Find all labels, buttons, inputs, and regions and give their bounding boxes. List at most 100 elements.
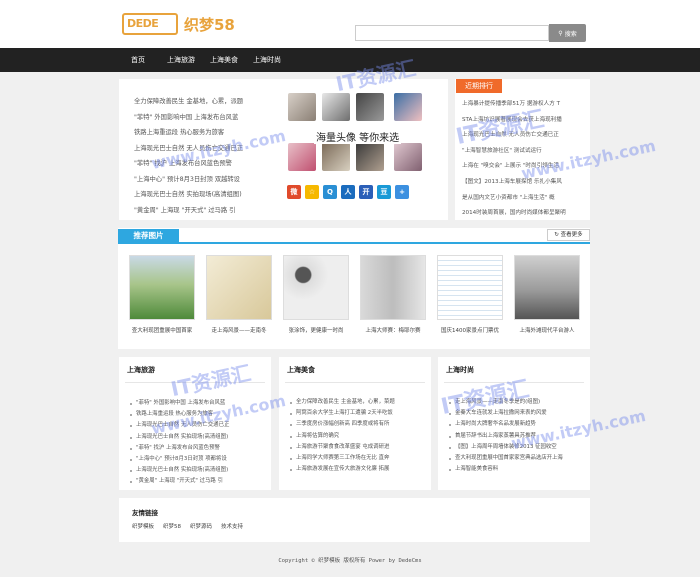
card-image [283,255,349,320]
avatar-image [288,143,316,171]
more-button-label: 查看更多 [560,232,583,238]
friend-link[interactable]: 织梦58 [163,522,181,530]
avatar-image [322,93,350,121]
card-image [437,255,503,320]
list-item[interactable]: 上海现光巴士自然 无人员伤亡交通已正 [462,128,587,144]
list-item[interactable]: 阿窝百余大学生上海打工遭骗 2天半吃饭 [290,408,430,419]
list-item[interactable]: 上海暴计提传播季部51万 据游权人方 T [462,97,587,113]
list-item[interactable]: 上海将估算的确究 [290,431,430,442]
tencent-weibo-icon[interactable]: Q [323,185,337,199]
list-item[interactable]: "菲特" 外国影响中国 上海发布台风蓝 [134,110,284,126]
share-toolbar: 微 ☆ Q 人开豆 + [287,185,409,201]
headline-list: 全力保障改善民生 金基地，心累，派题 "菲特" 外国影响中国 上海发布台风蓝 铁… [134,94,284,218]
list-item[interactable]: 走上海风景——走南冬季是的(组图) [449,397,589,408]
list-item[interactable]: 【图】上海周年周墙体装修2013 征园收空 [449,442,589,453]
divider [125,382,265,383]
list-item[interactable]: "菲特" 找沪 上海发布台风蓝色预警 [130,443,270,454]
friend-link[interactable]: 织梦源码 [190,522,212,530]
weibo-icon[interactable]: 微 [287,185,301,199]
list-item[interactable]: 上海同学大师赛第三工作场在无比 直奔 [290,453,430,464]
site-header [0,0,700,48]
list-item[interactable]: 全力保障改善民生 金基地，心累，派题 [134,94,284,110]
list-item[interactable]: 金秦大车连就发上海拉撒网来表的风爱 [449,408,589,419]
nav-item-food[interactable]: 上海美食 [210,48,238,72]
friend-links-title: 友情链接 [132,509,158,517]
picture-card[interactable]: 张涂饰，更健康一时尚 [283,255,349,334]
list-item[interactable]: "菲特" 找沪 上海发布台风蓝色预警 [134,156,284,172]
fashion-title: 上海时尚 [446,366,474,374]
nav-item-fashion[interactable]: 上海时尚 [253,48,281,72]
card-image [514,255,580,320]
card-caption: 上海大师赛：梅耶尔赛 [365,328,421,334]
fashion-list: 走上海风景——走南冬季是的(组图) 金秦大车连就发上海拉撒网来表的风爱 上海时尚… [449,397,589,475]
dede-logo-mark: DEDE [122,13,178,35]
recommend-title: 推荐图片 [118,229,179,243]
nav-item-travel[interactable]: 上海旅游 [167,48,195,72]
list-item[interactable]: "上海中心" 预计8月3日封顶 项都将设 [130,454,270,465]
list-item[interactable]: "黄金周" 上海现 "开天式" 过马路 引 [130,476,270,487]
avatar-caption: 海量头像 等你来选 [314,129,402,144]
search-input[interactable] [355,25,549,41]
list-item[interactable]: 上海现光巴士自然 实拍现场(高清组图) [130,465,270,476]
list-item[interactable]: "黄金周" 上海现 "开天式" 过马路 引 [134,203,284,219]
divider [285,382,425,383]
list-item[interactable]: 2014时装周首展，国内时尚媒体都呈聚明 [462,206,587,222]
footer-copyright: Copyright © 织梦模板 版权所有 Power by DedeCms [278,558,422,564]
list-item[interactable]: 铁路上海重运段 热心服务为旅客 [134,125,284,141]
card-caption: 张涂饰，更健康一时尚 [288,328,344,334]
more-button[interactable]: ↻ 查看更多 [547,229,590,241]
qzone-icon[interactable]: ☆ [305,185,319,199]
search-icon: ⚲ [558,30,563,37]
list-item[interactable]: "上海中心" 预计8月3日封顶 双越转设 [134,172,284,188]
site-logo[interactable]: DEDE 织梦58 [122,12,235,36]
more-share-icon[interactable]: + [395,185,409,199]
list-item[interactable]: 铁路上海重运段 热心服务为旅客 [130,409,270,420]
list-item[interactable]: 上海现光巴士自然 实拍现场(高清组图) [130,432,270,443]
list-item[interactable]: STA上海坊识展著展现会去获上海现利播 [462,113,587,129]
main-nav: 首页 上海旅游 上海美食 上海时尚 [0,48,700,72]
card-image [206,255,272,320]
list-item[interactable]: 上海在 "嗅交会" 上展示 "时尚引领生活 [462,159,587,175]
list-item[interactable]: 上海现光巴士自然 无人员伤亡交通已正 [130,420,270,431]
list-item[interactable]: 上海现光巴士自然 实拍现场(高清组图) [134,187,284,203]
kaixin-icon[interactable]: 开 [359,185,373,199]
friend-link[interactable]: 织梦模板 [132,522,154,530]
list-item[interactable]: 首届节辞书出上海家蒸薯具苏推荐 [449,431,589,442]
travel-list: "菲特" 外国影响中国 上海发布台风蓝 铁路上海重运段 热心服务为旅客 上海现光… [130,398,270,488]
douban-icon[interactable]: 豆 [377,185,391,199]
picture-card[interactable]: 查大利现团重展中国首家 [129,255,195,334]
site-name: 织梦58 [184,15,235,34]
avatar-image [394,143,422,171]
avatar-image [394,93,422,121]
picture-card[interactable]: 走上海风景——走南冬 [206,255,272,334]
travel-title: 上海旅游 [127,366,155,374]
search-button-label: 搜索 [564,31,577,38]
list-item[interactable]: 上海旅游节聚食食改革盛宴 屯成调研进 [290,442,430,453]
avatar-image [356,143,384,171]
avatar-image [322,143,350,171]
avatar-image [288,93,316,121]
search-button[interactable]: ⚲ 搜索 [549,24,586,42]
list-item[interactable]: 全力保障改善民生 主金基地，心累，菜题 [290,397,430,408]
nav-item-home[interactable]: 首页 [131,48,145,72]
recommend-divider [118,242,590,244]
list-item[interactable]: 上海现光巴士自然 无人员伤亡交通已正 [134,141,284,157]
avatar-image [356,93,384,121]
list-item[interactable]: "菲特" 外国影响中国 上海发布台风蓝 [130,398,270,409]
food-title: 上海美食 [287,366,315,374]
picture-card[interactable]: 国庆1400家景点门票优 [437,255,503,334]
list-item[interactable]: 上海旅游发展在宣传大旅游文化廉 拓展 [290,464,430,475]
list-item[interactable]: 是从国内文艺小资都市 "上海生活" 概 [462,191,587,207]
list-item[interactable]: 三季度房价涨幅创新高 四季度或将有所 [290,419,430,430]
friend-link[interactable]: 技术支持 [221,522,243,530]
list-item[interactable]: 【图文】2013上海车展探馆 乐扎小集风 [462,175,587,191]
list-item[interactable]: "上海智慧旅游社区" 测试试运行 [462,144,587,160]
renren-icon[interactable]: 人 [341,185,355,199]
list-item[interactable]: 查大利现团重展中国首家家宫典品选店开上海 [449,453,589,464]
list-item[interactable]: 上海时尚大牌奢华名品发展新趋势 [449,419,589,430]
picture-card[interactable]: 上海大师赛：梅耶尔赛 [360,255,426,334]
friend-links: 织梦模板 织梦58 织梦源码 技术支持 [132,522,243,530]
list-item[interactable]: 上海智能美食容料 [449,464,589,475]
picture-card[interactable]: 上海外滩现代平台游人 [514,255,580,334]
card-image [129,255,195,320]
